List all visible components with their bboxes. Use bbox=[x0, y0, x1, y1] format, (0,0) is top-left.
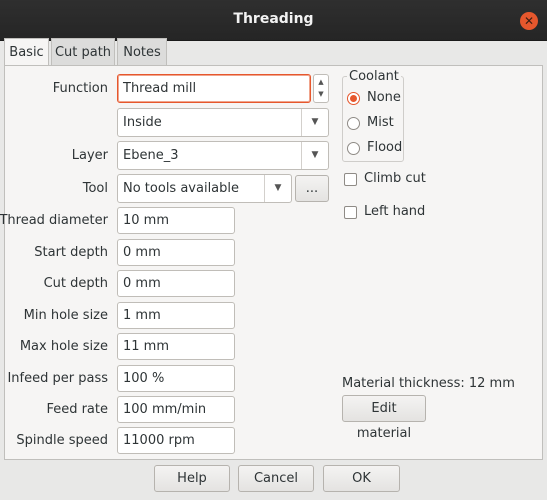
tab-notes[interactable]: Notes bbox=[117, 38, 167, 66]
coolant-flood-radio[interactable] bbox=[347, 142, 360, 155]
coolant-flood-label[interactable]: Flood bbox=[367, 140, 402, 156]
cut-depth-label: Cut depth bbox=[43, 276, 108, 291]
climb-cut-label[interactable]: Climb cut bbox=[364, 171, 426, 187]
infeed-per-pass-label: Infeed per pass bbox=[7, 371, 108, 386]
function-label: Function bbox=[52, 81, 108, 96]
spindle-speed-label: Spindle speed bbox=[16, 433, 108, 448]
coolant-none-radio[interactable] bbox=[347, 92, 360, 105]
feed-rate-field[interactable]: 100 mm/min bbox=[117, 396, 235, 423]
close-icon[interactable]: ✕ bbox=[520, 12, 538, 30]
min-hole-size-label: Min hole size bbox=[23, 308, 108, 323]
material-thickness-text: Material thickness: 12 mm bbox=[342, 376, 515, 391]
help-button[interactable]: Help bbox=[154, 465, 230, 492]
thread-diameter-field[interactable]: 10 mm bbox=[117, 207, 235, 234]
edit-material-button[interactable]: Edit material bbox=[342, 395, 426, 441]
coolant-mist-radio[interactable] bbox=[347, 117, 360, 130]
tool-browse-button[interactable]: ... bbox=[295, 175, 329, 202]
side-combo[interactable]: Inside ▼ bbox=[117, 108, 329, 137]
function-value: Thread mill bbox=[123, 81, 197, 96]
layer-combo[interactable]: Ebene_3 ▼ bbox=[117, 141, 329, 170]
tool-combo[interactable]: No tools available ▼ bbox=[117, 174, 292, 203]
chevron-down-icon[interactable]: ▼ bbox=[301, 109, 328, 136]
function-spinner[interactable]: ▲ ▼ bbox=[313, 74, 329, 103]
climb-cut-checkbox[interactable] bbox=[344, 173, 357, 186]
layer-label: Layer bbox=[71, 148, 108, 163]
left-hand-label[interactable]: Left hand bbox=[364, 204, 425, 220]
feed-rate-label: Feed rate bbox=[46, 402, 108, 417]
max-hole-size-label: Max hole size bbox=[19, 339, 108, 354]
infeed-per-pass-field[interactable]: 100 % bbox=[117, 365, 235, 392]
spin-down-icon[interactable]: ▼ bbox=[314, 90, 328, 98]
min-hole-size-field[interactable]: 1 mm bbox=[117, 302, 235, 329]
start-depth-label: Start depth bbox=[34, 245, 108, 260]
start-depth-field[interactable]: 0 mm bbox=[117, 239, 235, 266]
tool-value: No tools available bbox=[123, 181, 240, 196]
coolant-mist-label[interactable]: Mist bbox=[367, 115, 394, 131]
window-title: Threading bbox=[233, 11, 314, 27]
cut-depth-field[interactable]: 0 mm bbox=[117, 270, 235, 297]
spindle-speed-field[interactable]: 11000 rpm bbox=[117, 427, 235, 454]
spin-up-icon[interactable]: ▲ bbox=[314, 78, 328, 86]
function-combo[interactable]: Thread mill bbox=[117, 74, 311, 103]
coolant-title: Coolant bbox=[347, 69, 401, 84]
ok-button[interactable]: OK bbox=[323, 465, 400, 492]
layer-value: Ebene_3 bbox=[123, 148, 179, 163]
chevron-down-icon[interactable]: ▼ bbox=[301, 142, 328, 169]
side-value: Inside bbox=[123, 115, 162, 130]
tab-basic[interactable]: Basic bbox=[4, 38, 49, 66]
title-bar: Threading ✕ bbox=[0, 0, 547, 41]
cancel-button[interactable]: Cancel bbox=[238, 465, 314, 492]
tab-cut-path[interactable]: Cut path bbox=[51, 38, 115, 66]
coolant-none-label[interactable]: None bbox=[367, 90, 401, 106]
chevron-down-icon[interactable]: ▼ bbox=[264, 175, 291, 202]
thread-diameter-label: Thread diameter bbox=[0, 213, 108, 228]
max-hole-size-field[interactable]: 11 mm bbox=[117, 333, 235, 360]
tool-label: Tool bbox=[82, 181, 108, 196]
left-hand-checkbox[interactable] bbox=[344, 206, 357, 219]
